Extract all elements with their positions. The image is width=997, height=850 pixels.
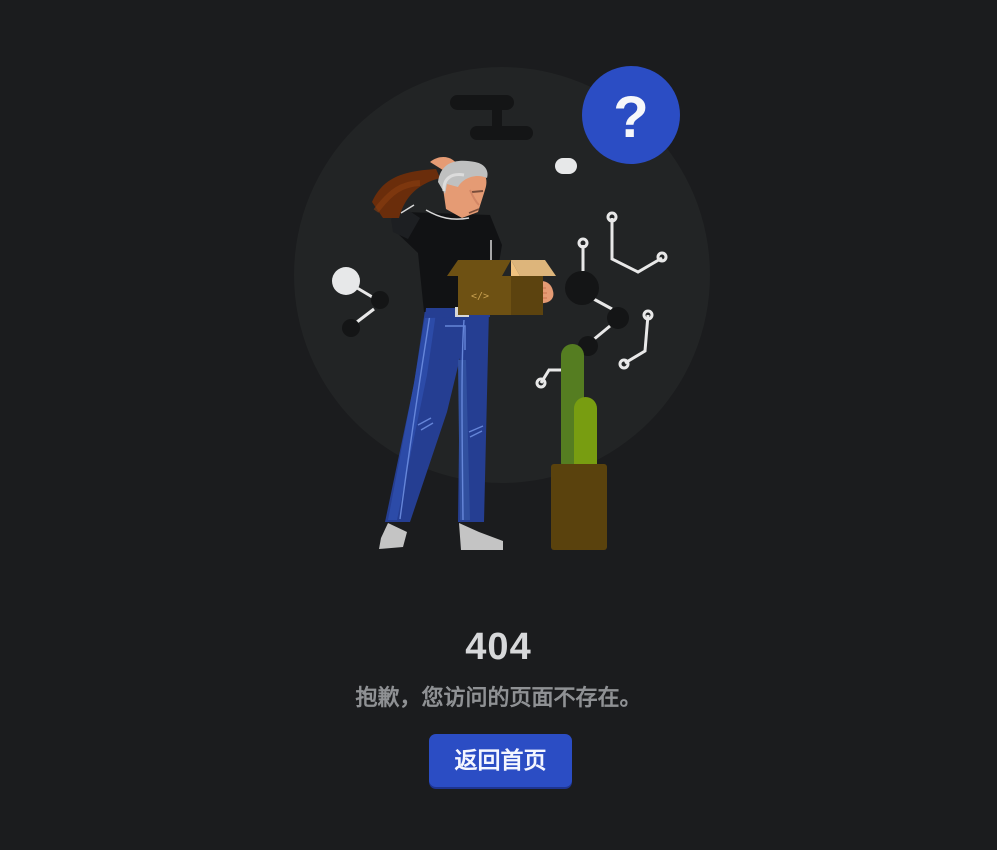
not-found-illustration: ? </>: [294, 66, 710, 550]
error-code: 404: [465, 626, 532, 669]
question-mark-icon: ?: [582, 66, 680, 164]
not-found-message: 抱歉，您访问的页面不存在。: [355, 686, 642, 711]
return-home-button[interactable]: 返回首页: [429, 734, 572, 787]
not-found-page: ? </> 404 抱歉，您访问的页面不存在。 返回首页: [0, 0, 997, 850]
question-mark-glyph: ?: [613, 85, 648, 150]
code-box-glyph: </>: [471, 291, 489, 302]
code-box-icon: </>: [447, 260, 556, 315]
